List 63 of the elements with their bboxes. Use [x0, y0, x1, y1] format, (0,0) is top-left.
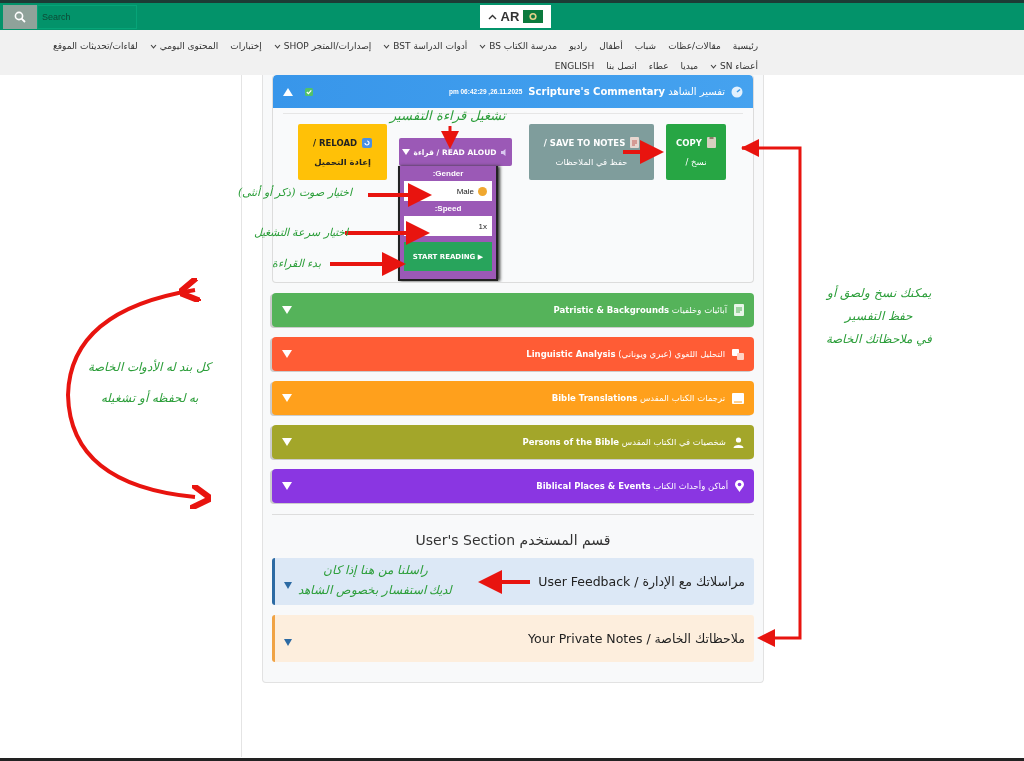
handwritten-note: تشغيل قراءة التفسير	[390, 107, 507, 125]
annotation-arrow	[368, 183, 432, 207]
handwritten-note: اختيار سرعة التشغيل	[254, 225, 348, 241]
nav-link[interactable]: إختبارات	[230, 41, 262, 51]
caret-icon	[284, 639, 292, 646]
caret-icon	[282, 394, 292, 402]
caret-icon	[282, 350, 292, 358]
nav-link[interactable]: راديو	[569, 41, 588, 51]
document-icon	[734, 304, 744, 316]
caret-icon	[283, 87, 293, 96]
annotation-arrow	[478, 570, 530, 594]
chevron-icon	[273, 43, 281, 49]
field-label: :Speed	[434, 204, 462, 213]
search-icon	[14, 10, 26, 23]
caret-icon	[282, 438, 292, 446]
nav-link[interactable]: ENGLISH	[554, 61, 595, 71]
note-icon	[630, 137, 640, 148]
language-selector[interactable]: AR	[480, 5, 551, 28]
handwritten-note: كل بند له الأدوات الخاصة به لحفظه أو تشغيله	[88, 358, 212, 408]
book-icon	[732, 392, 744, 404]
annotation-arrow	[441, 126, 459, 149]
nav-link[interactable]: ميديا	[680, 61, 699, 71]
map-pin-icon	[735, 480, 744, 492]
section-heading: User's Section قسم المستخدم	[414, 532, 612, 548]
nav-link[interactable]: اتصل بنا	[606, 61, 637, 71]
face-icon	[478, 186, 487, 196]
nav-link[interactable]: مقالات/عظات	[668, 41, 721, 51]
panel-title: User Feedback / مراسلاتك مع الإدارة	[538, 574, 745, 589]
nav-link[interactable]: مدرسة الكتاب BS	[479, 41, 558, 51]
caret-icon	[282, 482, 292, 490]
nav-link[interactable]: أدوات الدراسة BST	[383, 41, 468, 51]
nav-link[interactable]: شباب	[634, 41, 657, 51]
chevron-icon	[149, 43, 157, 49]
gauge-icon	[731, 85, 743, 98]
chevron-icon	[479, 43, 487, 49]
caret-icon	[284, 582, 292, 589]
nav-link[interactable]: المحتوى اليومي	[149, 41, 219, 51]
nav-link[interactable]: عطاء	[648, 61, 669, 71]
handwritten-note: راسلنا من هنا إذا كان لديك استفسار بخصوص الشاهد	[298, 562, 453, 600]
caret-icon	[282, 306, 292, 314]
person-icon	[733, 436, 744, 448]
handwritten-note: بدء القراءة	[272, 256, 322, 272]
chevron-icon	[710, 63, 718, 69]
chevron-icon	[383, 43, 391, 49]
nav-link[interactable]: إصدارات/المتجر SHOP	[273, 41, 372, 51]
nav-link[interactable]: رئيسية	[732, 41, 758, 51]
clipboard-icon	[706, 137, 716, 148]
translate-icon	[732, 348, 744, 360]
flag-icon	[523, 10, 544, 23]
search-field[interactable]: Search	[37, 4, 137, 29]
handwritten-note: يمكنك نسخ ولصق أو حفظ التفسير في ملاحظاتك الخاصة	[826, 284, 932, 348]
handwritten-note: اختيار صوت (ذكر أو أنثى)	[238, 185, 352, 201]
field-label: :Gender	[432, 169, 464, 178]
search-button[interactable]	[3, 4, 37, 29]
reload-icon	[362, 137, 373, 148]
nav-link[interactable]: أطفال	[599, 41, 623, 51]
chevron-icon	[487, 13, 497, 20]
nav-link[interactable]: لقاءات/تحديثات الموقع	[52, 41, 138, 51]
accordion-header[interactable]: Your Private Notes / ملاحظاتك الخاصة	[272, 615, 754, 662]
check-icon	[305, 87, 313, 96]
nav-link[interactable]: أعضاء SN	[710, 61, 758, 71]
caret-icon	[401, 149, 410, 155]
panel-title: Your Private Notes / ملاحظاتك الخاصة	[528, 631, 745, 646]
